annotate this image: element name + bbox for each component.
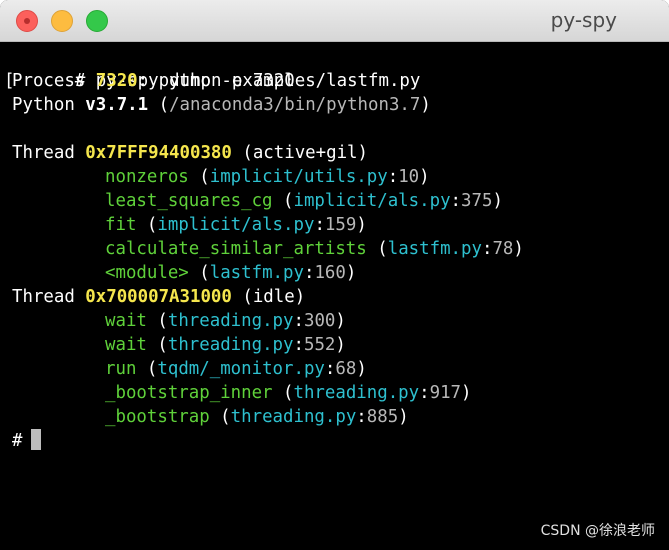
frame-file: implicit/utils.py [209, 167, 388, 187]
stack-frame: _bootstrap (threading.py:885) [105, 407, 409, 427]
python-line: Python v3.7.1 (/anaconda3/bin/python3.7) [12, 93, 669, 117]
stack-frame: least_squares_cg (implicit/als.py:375) [105, 191, 503, 211]
process-label: Process [12, 71, 96, 91]
watermark: CSDN @徐浪老师 [540, 523, 655, 539]
process-command: python examples/lastfm.py [158, 71, 421, 91]
frame-line: 78 [492, 239, 514, 259]
process-pid: 7320 [95, 71, 138, 91]
frame-line: 68 [335, 359, 357, 379]
terminal-output[interactable]: [# py-spy dump -p 7320 Process 7320: pyt… [0, 42, 669, 550]
python-version: v3.7.1 [85, 95, 149, 115]
maximize-window-button[interactable] [86, 10, 108, 32]
selection-bracket: [ [4, 71, 15, 91]
thread-header: Thread 0x7FFF94400380 (active+gil) [12, 141, 669, 165]
command-line: [# py-spy dump -p 7320 [4, 45, 669, 91]
thread-id: 0x700007A31000 [85, 287, 232, 307]
frame-line: 160 [314, 263, 346, 283]
frame-file: threading.py [230, 407, 357, 427]
frame-file: tqdm/_monitor.py [157, 359, 325, 379]
close-window-button[interactable] [16, 10, 38, 32]
input-prompt-line[interactable]: # [12, 429, 669, 453]
frame-line: 159 [324, 215, 357, 235]
frame-function: nonzeros [105, 167, 189, 187]
python-path: /anaconda3/bin/python3.7 [169, 95, 421, 115]
frame-line: 10 [398, 167, 420, 187]
frame-function: _bootstrap_inner [105, 383, 273, 403]
frame-function: wait [105, 311, 147, 331]
title-bar: py-spy [0, 0, 669, 42]
stack-frame: wait (threading.py:300) [105, 311, 346, 331]
frame-line: 300 [303, 311, 336, 331]
stack-frame: calculate_similar_artists (lastfm.py:78) [105, 239, 524, 259]
frame-file: implicit/als.py [157, 215, 315, 235]
process-colon: : [137, 71, 159, 91]
frame-function: run [105, 359, 137, 379]
stack-frame: wait (threading.py:552) [105, 335, 346, 355]
python-path-open: ( [148, 95, 170, 115]
thread-label: Thread [12, 287, 86, 307]
thread-status: (active+gil) [231, 143, 369, 163]
frame-function: fit [105, 215, 137, 235]
terminal-window: py-spy [# py-spy dump -p 7320 Process 73… [0, 0, 669, 550]
frame-line: 885 [366, 407, 399, 427]
thread-label: Thread [12, 143, 86, 163]
stack-frame: run (tqdm/_monitor.py:68) [105, 359, 367, 379]
frame-file: lastfm.py [387, 239, 482, 259]
frame-function: wait [105, 335, 147, 355]
stack-frame: _bootstrap_inner (threading.py:917) [105, 383, 472, 403]
frame-function: _bootstrap [105, 407, 210, 427]
thread-id: 0x7FFF94400380 [85, 143, 232, 163]
frame-file: lastfm.py [209, 263, 304, 283]
window-title: py-spy [550, 8, 617, 32]
python-label: Python [12, 95, 86, 115]
frame-file: implicit/als.py [293, 191, 451, 211]
frame-function: least_squares_cg [105, 191, 273, 211]
stack-frame: <module> (lastfm.py:160) [105, 263, 357, 283]
text-cursor [31, 429, 42, 450]
process-line: Process 7320: python examples/lastfm.py [12, 69, 669, 93]
frame-file: threading.py [293, 383, 420, 403]
frame-function: calculate_similar_artists [105, 239, 367, 259]
frame-line: 375 [461, 191, 493, 211]
python-path-close: ) [420, 95, 431, 115]
frame-line: 552 [303, 335, 336, 355]
minimize-window-button[interactable] [51, 10, 73, 32]
frame-line: 917 [429, 383, 462, 403]
stack-frame: nonzeros (implicit/utils.py:10) [105, 167, 430, 187]
frame-file: threading.py [167, 335, 294, 355]
thread-status: (idle) [231, 287, 306, 307]
input-prompt: # [12, 431, 23, 451]
frame-file: threading.py [167, 311, 294, 331]
frame-function: <module> [105, 263, 189, 283]
stack-frame: fit (implicit/als.py:159) [105, 215, 367, 235]
thread-header: Thread 0x700007A31000 (idle) [12, 285, 669, 309]
